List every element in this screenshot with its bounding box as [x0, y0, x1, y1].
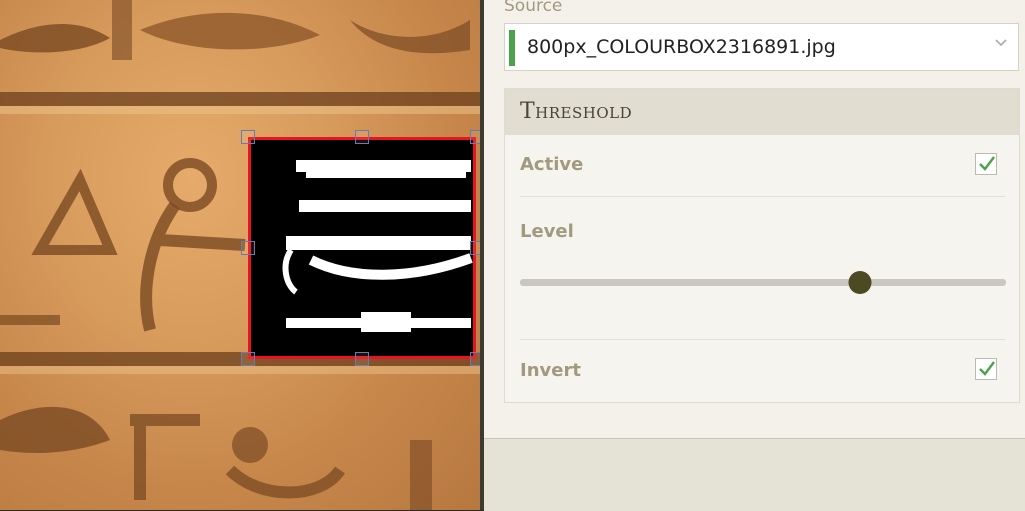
resize-handle-top[interactable]: [355, 130, 369, 144]
source-label: Source: [504, 0, 563, 16]
threshold-region[interactable]: [248, 137, 476, 359]
panel-footer: [484, 438, 1025, 511]
resize-handle-bottom-left[interactable]: [241, 352, 255, 366]
properties-panel: Source 800px_COLOURBOX2316891.jpg Thresh…: [484, 0, 1025, 511]
checkmark-icon: [979, 156, 995, 171]
resize-handle-top-left[interactable]: [241, 130, 255, 144]
checkmark-icon: [979, 361, 995, 376]
resize-handle-right[interactable]: [470, 241, 480, 255]
select-accent: [509, 30, 515, 66]
threshold-card: Threshold Active Level Invert: [504, 88, 1020, 403]
image-canvas[interactable]: [0, 0, 480, 510]
source-select-value: 800px_COLOURBOX2316891.jpg: [527, 36, 836, 58]
threshold-title: Threshold: [520, 99, 633, 124]
invert-checkbox[interactable]: [975, 358, 997, 380]
threshold-card-header: Threshold: [505, 89, 1019, 135]
threshold-preview: [282, 160, 473, 332]
invert-label: Invert: [520, 360, 581, 381]
source-select[interactable]: 800px_COLOURBOX2316891.jpg: [504, 23, 1019, 71]
divider: [520, 339, 1005, 340]
resize-handle-top-right[interactable]: [470, 130, 480, 144]
level-slider-knob[interactable]: [848, 271, 872, 294]
resize-handle-bottom-right[interactable]: [470, 352, 480, 366]
resize-handle-bottom[interactable]: [355, 352, 369, 366]
active-checkbox[interactable]: [975, 153, 997, 175]
active-label: Active: [520, 154, 584, 175]
resize-handle-left[interactable]: [241, 241, 255, 255]
chevron-down-icon: [995, 39, 1007, 47]
level-slider[interactable]: [520, 271, 1006, 294]
divider: [520, 196, 1005, 197]
level-label: Level: [520, 221, 574, 242]
